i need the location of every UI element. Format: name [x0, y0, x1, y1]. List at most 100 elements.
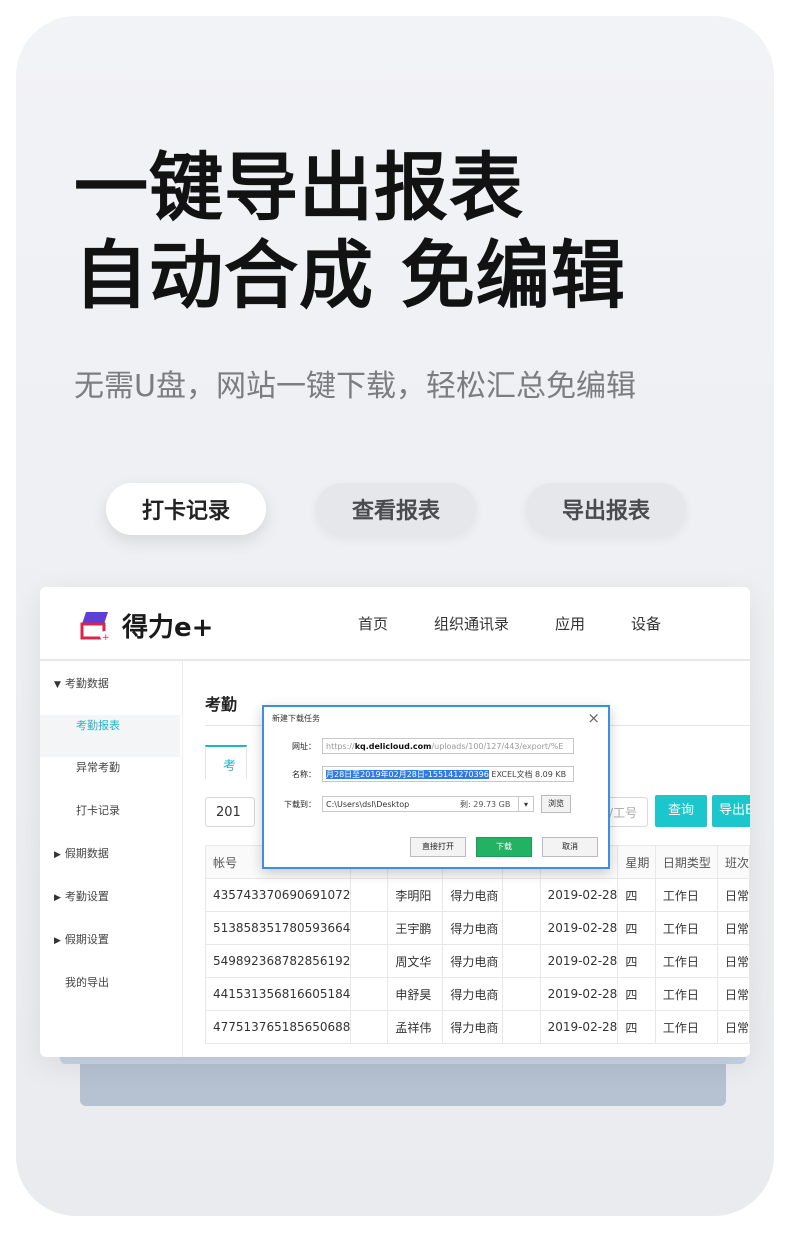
table-row[interactable]: 513858351780593664 王宇鹏 得力电商 2019-02-28 四…: [204, 911, 750, 945]
hero-card: 一键导出报表 自动合成 免编辑 无需U盘，网站一键下载，轻松汇总免编辑 打卡记录…: [16, 16, 774, 1216]
cell-name: 申舒昊: [387, 977, 444, 1011]
download-dialog: 新建下载任务 × 网址： https://kq.delicloud.com/up…: [262, 705, 610, 869]
cell-weekday: 四: [617, 944, 656, 978]
tab-label: 考: [223, 759, 237, 774]
cell-shift: 日常: [716, 878, 750, 912]
caret-right-icon: ▶: [54, 850, 61, 860]
cell-date-type: 工作日: [654, 878, 718, 912]
sidebar-group-label: 考勤设置: [64, 890, 109, 903]
cell-position: [502, 911, 541, 945]
cell-position: [502, 1010, 541, 1044]
free-space: 剩: 29.73 GB: [460, 800, 511, 809]
caret-right-icon: ▶: [54, 893, 61, 903]
cell-id: [350, 944, 389, 978]
table-row[interactable]: 435743370690691072 李明阳 得力电商 2019-02-28 四…: [204, 878, 750, 912]
sidebar-item-my-export[interactable]: 我的导出: [65, 974, 109, 990]
sidebar-group-attendance-settings[interactable]: ▶ 考勤设置: [54, 888, 109, 904]
export-button[interactable]: 导出E: [712, 795, 750, 827]
table-row[interactable]: 477513765185650688 孟祥伟 得力电商 2019-02-28 四…: [204, 1010, 750, 1044]
caret-down-icon: ▼: [54, 680, 61, 690]
sidebar-group-leave-data[interactable]: ▶ 假期数据: [54, 845, 109, 861]
sidebar-group-leave-settings[interactable]: ▶ 假期设置: [54, 931, 109, 947]
nav-devices[interactable]: 设备: [631, 613, 661, 634]
download-button[interactable]: 下载: [476, 837, 532, 857]
url-field[interactable]: https://kq.delicloud.com/uploads/100/127…: [322, 738, 574, 754]
svg-text:+: +: [102, 633, 110, 642]
attendance-table: 帐号 工号 姓名 部门 职位 日期 星期 日期类型 班次 43574337069…: [204, 845, 750, 1044]
url-prefix: https://: [326, 742, 355, 751]
sidebar-group-label: 假期设置: [64, 933, 109, 946]
cell-shift: 日常: [716, 944, 750, 978]
pill-export-reports[interactable]: 导出报表: [526, 483, 686, 535]
main-nav: 首页 组织通讯录 应用 设备: [358, 613, 707, 634]
path-dropdown[interactable]: ▾: [518, 796, 534, 812]
sidebar: ▼ 考勤数据 考勤报表 异常考勤 打卡记录 ▶ 假期数据 ▶ 考勤设置 ▶ 假期设置 我…: [40, 661, 183, 1057]
headline-line-2: 自动合成 免编辑: [74, 233, 626, 319]
cell-date: 2019-02-28: [539, 878, 619, 912]
cell-weekday: 四: [617, 878, 656, 912]
cell-account: 477513765185650688: [204, 1010, 352, 1044]
nav-contacts[interactable]: 组织通讯录: [434, 613, 509, 634]
col-header[interactable]: 日期类型: [654, 845, 718, 879]
cancel-button[interactable]: 取消: [542, 837, 598, 857]
col-header[interactable]: 星期: [617, 845, 656, 879]
cell-date: 2019-02-28: [539, 911, 619, 945]
url-label: 网址：: [292, 742, 316, 751]
query-button[interactable]: 查询: [655, 795, 707, 827]
table-row[interactable]: 549892368782856192 周文华 得力电商 2019-02-28 四…: [204, 944, 750, 978]
cell-position: [502, 878, 541, 912]
open-directly-button[interactable]: 直接打开: [410, 837, 466, 857]
cell-name: 李明阳: [387, 878, 444, 912]
browse-button[interactable]: 浏览: [541, 795, 571, 813]
page-title: 考勤: [205, 695, 238, 714]
cell-name: 王宇鹏: [387, 911, 444, 945]
cell-weekday: 四: [617, 977, 656, 1011]
brand-logo[interactable]: + 得力e+: [78, 607, 213, 644]
cell-name: 周文华: [387, 944, 444, 978]
close-icon[interactable]: ×: [587, 709, 600, 727]
filename-selected: 月28日至2019年02月28日-155141270396: [326, 770, 489, 779]
url-path: /uploads/100/127/443/export/%E: [431, 742, 564, 751]
cell-weekday: 四: [617, 1010, 656, 1044]
sidebar-group-attendance-data[interactable]: ▼ 考勤数据: [54, 675, 109, 691]
cell-dept: 得力电商: [442, 878, 504, 912]
headline: 一键导出报表 自动合成 免编辑: [74, 144, 626, 320]
cell-id: [350, 878, 389, 912]
cell-name: 孟祥伟: [387, 1010, 444, 1044]
sidebar-item-punch-records[interactable]: 打卡记录: [76, 802, 120, 818]
cell-account: 513858351780593664: [204, 911, 352, 945]
cell-account: 441531356816605184: [204, 977, 352, 1011]
cell-position: [502, 944, 541, 978]
caret-right-icon: ▶: [54, 936, 61, 946]
brand-name: 得力e+: [122, 613, 214, 643]
cell-dept: 得力电商: [442, 944, 504, 978]
cell-account: 549892368782856192: [204, 944, 352, 978]
cell-position: [502, 977, 541, 1011]
col-header[interactable]: 班次: [716, 845, 750, 879]
cell-date: 2019-02-28: [539, 977, 619, 1011]
pill-punch-records[interactable]: 打卡记录: [106, 483, 266, 535]
date-filter-input[interactable]: 201: [205, 797, 255, 827]
save-to-label: 下载到：: [284, 800, 316, 809]
dialog-title: 新建下载任务: [272, 714, 320, 723]
cell-weekday: 四: [617, 911, 656, 945]
nav-apps[interactable]: 应用: [555, 613, 585, 634]
sidebar-group-label: 假期数据: [64, 847, 109, 860]
name-label: 名称：: [292, 770, 316, 779]
nav-home[interactable]: 首页: [358, 613, 388, 634]
sidebar-group-label: 考勤数据: [64, 677, 109, 690]
cell-id: [350, 977, 389, 1011]
table-row[interactable]: 441531356816605184 申舒昊 得力电商 2019-02-28 四…: [204, 977, 750, 1011]
cell-account: 435743370690691072: [204, 878, 352, 912]
cell-date: 2019-02-28: [539, 944, 619, 978]
sidebar-item-attendance-report[interactable]: 考勤报表: [76, 717, 120, 733]
filename-field[interactable]: 月28日至2019年02月28日-155141270396 EXCEL文档 8.…: [322, 766, 574, 782]
subtitle: 无需U盘，网站一键下载，轻松汇总免编辑: [74, 369, 636, 404]
app-window: + 得力e+ 首页 组织通讯录 应用 设备 ▼ 考勤数据 考勤报表 异常考勤 打卡…: [40, 587, 750, 1057]
cell-shift: 日常: [716, 977, 750, 1011]
cell-shift: 日常: [716, 1010, 750, 1044]
sidebar-item-abnormal[interactable]: 异常考勤: [76, 759, 120, 775]
pill-view-reports[interactable]: 查看报表: [316, 483, 476, 535]
headline-line-1: 一键导出报表: [74, 145, 524, 231]
file-info: EXCEL文档 8.09 KB: [491, 770, 567, 779]
